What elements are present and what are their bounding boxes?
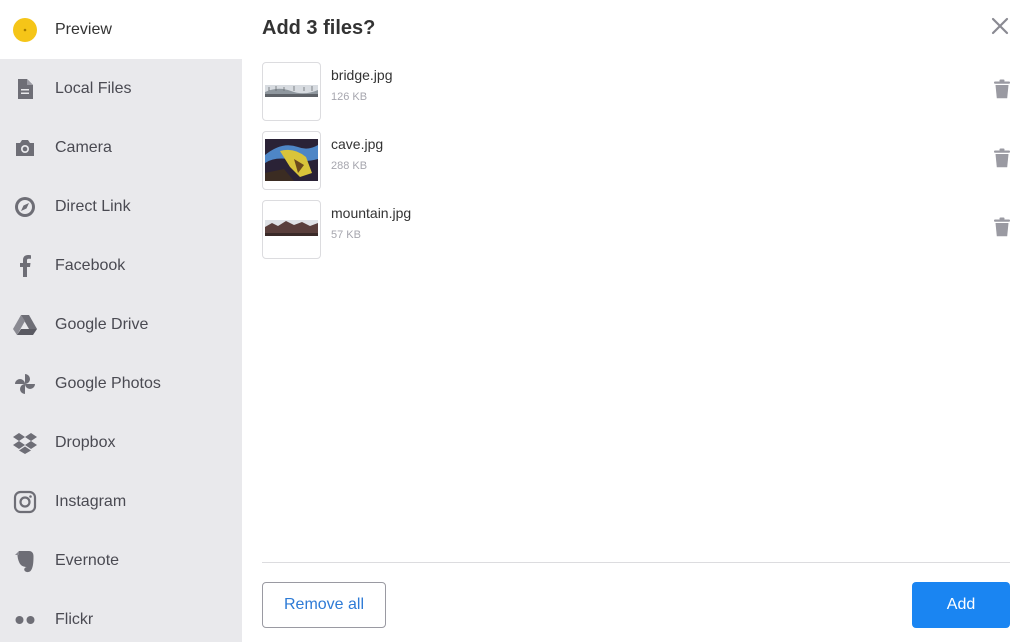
file-row: cave.jpg 288 KB [262, 131, 1012, 191]
sidebar-item-label: Dropbox [55, 433, 116, 451]
sidebar-item-facebook[interactable]: Facebook [0, 236, 242, 295]
file-name: mountain.jpg [331, 205, 412, 221]
google-drive-icon [12, 312, 38, 338]
sidebar-item-label: Google Photos [55, 374, 161, 392]
trash-icon [994, 217, 1010, 242]
delete-file-button[interactable] [992, 79, 1012, 104]
file-size: 288 KB [331, 160, 368, 172]
close-button[interactable] [988, 16, 1012, 40]
sidebar-item-label: Direct Link [55, 197, 131, 215]
sidebar-item-label: Google Drive [55, 315, 149, 333]
dialog-title: Add 3 files? [262, 17, 376, 39]
file-row: mountain.jpg 57 KB [262, 200, 1012, 260]
dropbox-icon [12, 430, 38, 456]
sidebar-item-camera[interactable]: Camera [0, 118, 242, 177]
file-row: bridge.jpg 126 KB [262, 62, 1012, 122]
file-icon [12, 76, 38, 102]
sidebar-item-google-drive[interactable]: Google Drive [0, 295, 242, 354]
delete-file-button[interactable] [992, 148, 1012, 173]
sidebar-item-dropbox[interactable]: Dropbox [0, 413, 242, 472]
evernote-icon [12, 548, 38, 574]
google-photos-icon [12, 371, 38, 397]
sidebar-item-flickr[interactable]: Flickr [0, 590, 242, 642]
file-thumbnail [262, 131, 321, 190]
sidebar-item-google-photos[interactable]: Google Photos [0, 354, 242, 413]
file-name: cave.jpg [331, 136, 384, 152]
sidebar: Preview Local Files Camera Direct Link F… [0, 0, 242, 642]
delete-file-button[interactable] [992, 217, 1012, 242]
facebook-icon [12, 253, 38, 279]
close-icon [991, 17, 1009, 40]
preview-dot-icon [12, 17, 38, 43]
sidebar-item-direct-link[interactable]: Direct Link [0, 177, 242, 236]
instagram-icon [12, 489, 38, 515]
file-thumbnail [262, 200, 321, 259]
sidebar-item-local-files[interactable]: Local Files [0, 59, 242, 118]
sidebar-item-label: Camera [55, 138, 112, 156]
sidebar-item-evernote[interactable]: Evernote [0, 531, 242, 590]
trash-icon [994, 79, 1010, 104]
sidebar-item-label: Flickr [55, 610, 94, 628]
camera-icon [12, 135, 38, 161]
sidebar-item-label: Preview [55, 20, 112, 38]
sidebar-item-label: Facebook [55, 256, 126, 274]
sidebar-item-preview[interactable]: Preview [0, 0, 242, 59]
footer-divider [262, 562, 1010, 563]
sidebar-item-instagram[interactable]: Instagram [0, 472, 242, 531]
sidebar-item-label: Evernote [55, 551, 120, 569]
file-size: 126 KB [331, 91, 368, 103]
file-thumbnail [262, 62, 321, 121]
file-size: 57 KB [331, 229, 361, 241]
add-files-dialog: Add 3 files? bridge.jpg 126 KB cave.jpg … [242, 0, 1024, 642]
sidebar-item-label: Local Files [55, 79, 132, 97]
file-name: bridge.jpg [331, 67, 393, 83]
remove-all-button[interactable]: Remove all [262, 582, 386, 628]
add-button[interactable]: Add [912, 582, 1010, 628]
compass-icon [12, 194, 38, 220]
flickr-icon [12, 607, 38, 633]
sidebar-item-label: Instagram [55, 492, 127, 510]
trash-icon [994, 148, 1010, 173]
